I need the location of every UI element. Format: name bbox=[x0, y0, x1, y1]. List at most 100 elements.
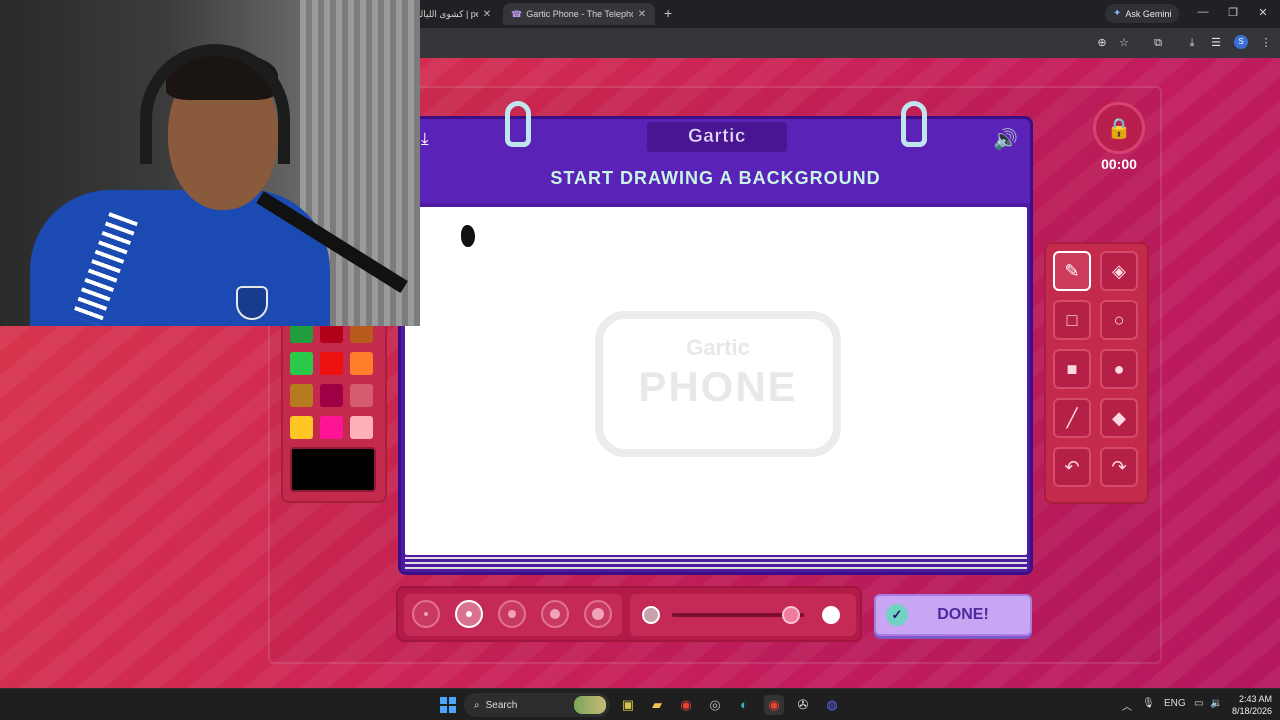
watermark-bottom-text: PHONE bbox=[638, 363, 798, 410]
pencil-tool-button[interactable]: ✎ bbox=[1053, 251, 1091, 291]
brush-size-dot bbox=[424, 612, 428, 616]
download-icon[interactable]: ⤓ bbox=[421, 129, 429, 149]
tray-chevron-icon[interactable]: ︿ bbox=[1122, 698, 1132, 713]
zoom-icon[interactable]: ⊕ bbox=[1094, 35, 1110, 51]
extensions-icon[interactable]: ⧉ bbox=[1150, 35, 1166, 51]
brush-size-option[interactable] bbox=[584, 600, 612, 628]
done-label: DONE! bbox=[937, 606, 989, 623]
close-tab-icon[interactable]: ✕ bbox=[482, 9, 492, 20]
minimize-button[interactable]: — bbox=[1196, 6, 1210, 18]
profile-avatar[interactable]: S bbox=[1234, 35, 1248, 49]
chrome-icon[interactable]: ◉ bbox=[676, 695, 696, 715]
brush-cursor bbox=[461, 225, 475, 247]
close-window-button[interactable]: ✕ bbox=[1256, 6, 1270, 19]
volume-icon[interactable]: 🔉 bbox=[1210, 698, 1222, 709]
paper-edge bbox=[405, 557, 1027, 559]
new-tab-button[interactable]: + bbox=[664, 5, 672, 21]
gartic-favicon-icon: ☎ bbox=[511, 8, 523, 19]
sound-icon[interactable]: 🔊 bbox=[993, 127, 1018, 152]
redo-tool-button[interactable]: ↷ bbox=[1100, 447, 1138, 487]
notebook-ring-right bbox=[901, 101, 927, 147]
opacity-max-dot bbox=[822, 606, 840, 624]
discord-icon[interactable]: ◍ bbox=[822, 695, 842, 715]
pencil-icon: ✎ bbox=[1064, 260, 1080, 281]
undo-tool-button[interactable]: ↶ bbox=[1053, 447, 1091, 487]
start-button[interactable] bbox=[440, 697, 456, 713]
brush-size-dot bbox=[550, 609, 560, 619]
tab-title: Gartic Phone - The Telephone G bbox=[526, 9, 633, 19]
brush-size-option[interactable] bbox=[455, 600, 483, 628]
ask-gemini-button[interactable]: ✦ Ask Gemini bbox=[1105, 4, 1180, 23]
tab-gartic-phone[interactable]: ☎ Gartic Phone - The Telephone G ✕ bbox=[503, 3, 655, 25]
brush-controls bbox=[396, 586, 862, 642]
drawing-canvas[interactable]: Gartic PHONE bbox=[405, 207, 1027, 555]
reading-list-icon[interactable]: ☰ bbox=[1208, 35, 1224, 51]
app2-icon[interactable]: ✇ bbox=[793, 695, 813, 715]
brush-size-option[interactable] bbox=[541, 600, 569, 628]
color-swatch[interactable] bbox=[320, 352, 343, 375]
color-swatch[interactable] bbox=[320, 416, 343, 439]
club-crest bbox=[236, 286, 268, 320]
store-icon[interactable]: ▣ bbox=[618, 695, 638, 715]
taskbar-search[interactable]: ⌕ Search bbox=[464, 693, 610, 717]
timer: 00:00 bbox=[1101, 156, 1137, 172]
rectangle-outline-tool-button[interactable]: □ bbox=[1053, 300, 1091, 340]
check-icon: ✓ bbox=[886, 604, 908, 626]
color-swatch[interactable] bbox=[290, 352, 313, 375]
gartic-phone-watermark: Gartic PHONE bbox=[595, 311, 841, 457]
microphone-icon[interactable]: 🎙 bbox=[1142, 698, 1155, 709]
chrome-active-icon[interactable]: ◉ bbox=[764, 695, 784, 715]
file-explorer-icon[interactable]: ▰ bbox=[647, 695, 667, 715]
close-tab-icon[interactable]: ✕ bbox=[637, 9, 647, 20]
brush-size-option[interactable] bbox=[412, 600, 440, 628]
drawing-notebook: Gartic ⤓ 🔊 START DRAWING A BACKGROUND Ga… bbox=[398, 101, 1033, 575]
rectangle-outline-icon: □ bbox=[1066, 309, 1078, 330]
rectangle-filled-icon: ■ bbox=[1066, 358, 1078, 379]
bookmark-star-icon[interactable]: ☆ bbox=[1116, 35, 1132, 51]
download-icon[interactable]: ⤓ bbox=[1184, 35, 1200, 51]
clock-date: 8/18/2026 bbox=[1231, 706, 1272, 716]
search-label: Search bbox=[485, 699, 518, 711]
notebook-ring-left bbox=[505, 101, 531, 147]
brush-size-dot bbox=[592, 608, 604, 620]
color-swatch[interactable] bbox=[290, 384, 313, 407]
instruction-title: START DRAWING A BACKGROUND bbox=[550, 168, 881, 188]
paper-edge bbox=[405, 567, 1027, 569]
color-swatch[interactable] bbox=[350, 352, 373, 375]
color-swatch[interactable] bbox=[350, 384, 373, 407]
webcam-overlay bbox=[0, 0, 420, 326]
eraser-icon: ◈ bbox=[1112, 260, 1126, 281]
browser-menu-icon[interactable]: ⋮ bbox=[1258, 35, 1274, 51]
search-highlight-image bbox=[574, 696, 606, 714]
current-color-swatch bbox=[290, 447, 376, 492]
line-tool-button[interactable]: ╱ bbox=[1053, 398, 1091, 438]
rectangle-filled-tool-button[interactable]: ■ bbox=[1053, 349, 1091, 389]
eraser-tool-button[interactable]: ◈ bbox=[1100, 251, 1138, 291]
opacity-control bbox=[630, 594, 856, 636]
paper-edge bbox=[405, 562, 1027, 564]
language-indicator[interactable]: ENG bbox=[1164, 698, 1186, 709]
circle-outline-tool-button[interactable]: ○ bbox=[1100, 300, 1138, 340]
color-swatch[interactable] bbox=[320, 384, 343, 407]
search-icon: ⌕ bbox=[474, 699, 480, 711]
brush-size-option[interactable] bbox=[498, 600, 526, 628]
tab-title: كشوى الليالي | pe bbox=[413, 8, 478, 19]
app-icon[interactable]: ◎ bbox=[705, 695, 725, 715]
opacity-slider-thumb[interactable] bbox=[781, 606, 800, 624]
notebook-header: Gartic ⤓ 🔊 START DRAWING A BACKGROUND bbox=[401, 119, 1030, 203]
gartic-logo: Gartic bbox=[647, 122, 787, 152]
circle-outline-icon: ○ bbox=[1113, 309, 1125, 330]
taskbar-clock[interactable]: 2:43 AM 8/18/2026 bbox=[1226, 693, 1272, 717]
done-button[interactable]: ✓ DONE! bbox=[874, 594, 1032, 636]
maximize-button[interactable]: ❐ bbox=[1226, 6, 1240, 19]
color-swatch[interactable] bbox=[290, 416, 313, 439]
circle-filled-tool-button[interactable]: ● bbox=[1100, 349, 1138, 389]
fill-bucket-tool-button[interactable]: ◆ bbox=[1100, 398, 1138, 438]
line-icon: ╱ bbox=[1066, 407, 1078, 428]
color-swatch[interactable] bbox=[350, 416, 373, 439]
edge-icon[interactable]: ◐ bbox=[734, 695, 754, 715]
brush-size-dot bbox=[466, 611, 472, 617]
brush-size-dot bbox=[508, 610, 516, 618]
network-icon[interactable]: ▭ bbox=[1194, 698, 1203, 709]
windows-taskbar: ⌕ Search ▣ ▰ ◉ ◎ ◐ ◉ ✇ ◍ ︿ 🎙 ENG ▭ 🔉 2:4… bbox=[0, 688, 1280, 720]
